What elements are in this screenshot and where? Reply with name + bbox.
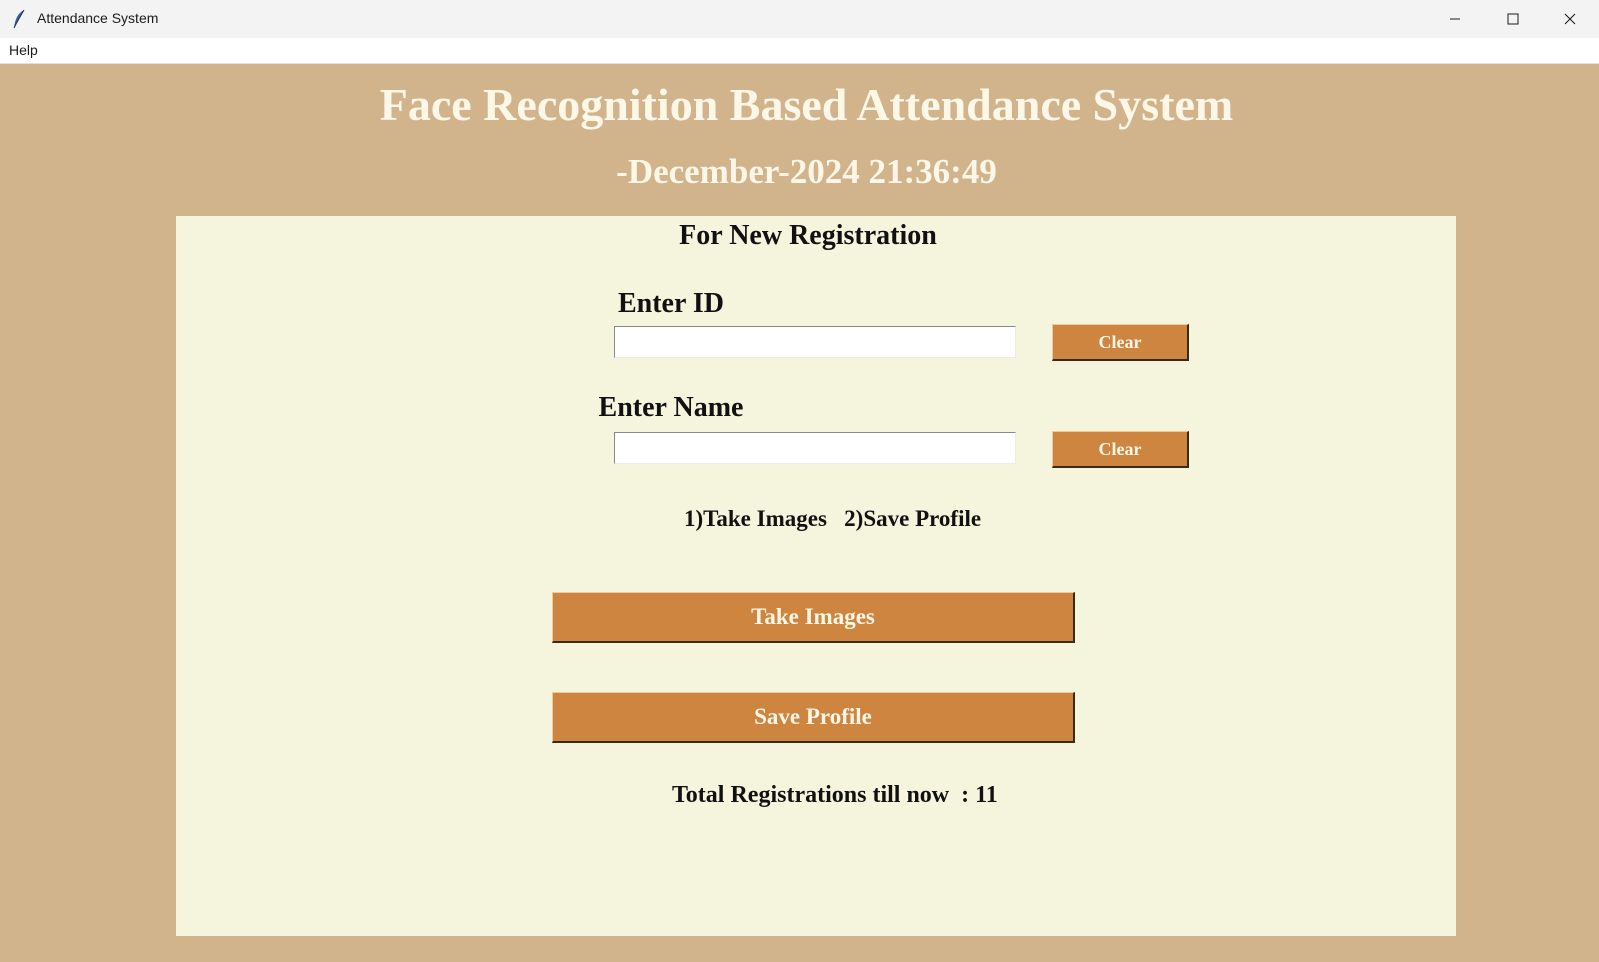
take-images-button[interactable]: Take Images <box>552 592 1075 643</box>
id-input[interactable] <box>614 326 1016 358</box>
registration-heading: For New Registration <box>679 220 937 251</box>
clear-id-button[interactable]: Clear <box>1052 324 1189 361</box>
clear-name-button[interactable]: Clear <box>1052 431 1189 468</box>
menu-item-help[interactable]: Help <box>9 42 38 58</box>
page-title: Face Recognition Based Attendance System <box>379 79 1234 130</box>
minimize-icon <box>1450 18 1460 20</box>
close-button[interactable] <box>1541 0 1599 38</box>
registration-panel: For New Registration Enter ID Clear Ente… <box>176 216 1456 936</box>
close-icon <box>1564 13 1576 25</box>
window-title: Attendance System <box>37 10 159 26</box>
clock-label: 21:36:49 <box>868 152 997 191</box>
minimize-button[interactable] <box>1426 0 1484 38</box>
enter-name-label: Enter Name <box>598 392 744 423</box>
maximize-button[interactable] <box>1484 0 1542 38</box>
enter-id-label: Enter ID <box>617 288 725 319</box>
date-label: -December-2024 <box>616 152 860 191</box>
total-registrations-text: Total Registrations till now : 11 <box>672 782 998 808</box>
menu-bar: Help <box>0 38 1599 64</box>
maximize-icon <box>1507 13 1519 25</box>
feather-icon <box>13 9 25 29</box>
title-bar: Attendance System <box>0 0 1599 39</box>
save-profile-button[interactable]: Save Profile <box>552 692 1075 743</box>
name-input[interactable] <box>614 432 1016 464</box>
instructions-text: 1)Take Images 2)Save Profile <box>684 506 982 531</box>
datetime-display: -December-2024 21:36:49 <box>0 152 1599 192</box>
